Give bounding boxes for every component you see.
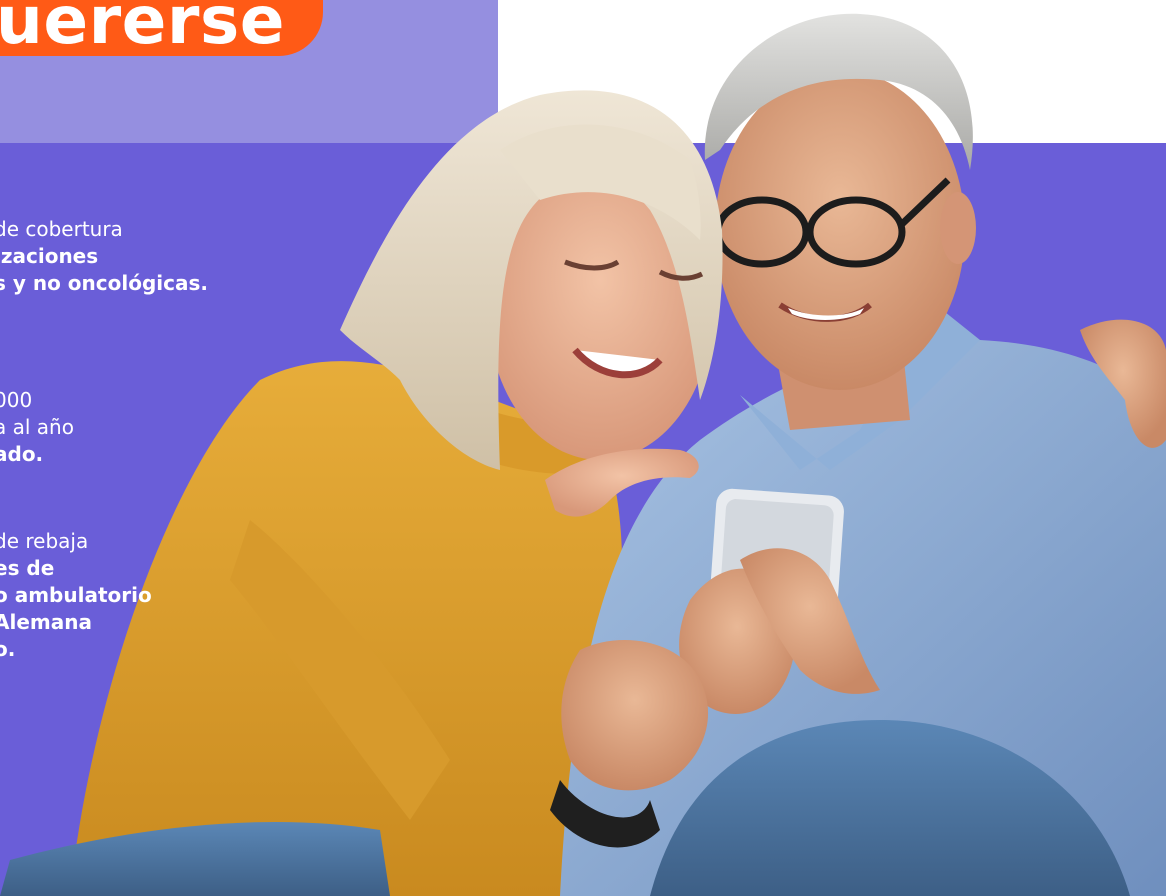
benefit-line: s y no oncológicas. bbox=[0, 271, 209, 295]
benefit-line: izaciones bbox=[0, 244, 99, 268]
benefit-line: es de bbox=[0, 556, 55, 580]
benefit-line: o ambulatorio bbox=[0, 583, 152, 607]
benefit-line: o. bbox=[0, 637, 16, 661]
benefit-annual-coverage: 000 a al año ado. bbox=[0, 387, 74, 468]
benefit-line: de rebaja bbox=[0, 529, 89, 553]
benefit-discount: de rebaja es de o ambulatorio Alemana o. bbox=[0, 528, 152, 663]
benefit-line: 000 bbox=[0, 388, 33, 412]
benefit-hospitalization: de cobertura izaciones s y no oncológica… bbox=[0, 216, 208, 297]
benefit-line: de cobertura bbox=[0, 217, 123, 241]
benefit-line: Alemana bbox=[0, 610, 92, 634]
benefit-line: a al año bbox=[0, 415, 74, 439]
benefit-line: ado. bbox=[0, 442, 44, 466]
couple-photo bbox=[0, 13, 1166, 896]
